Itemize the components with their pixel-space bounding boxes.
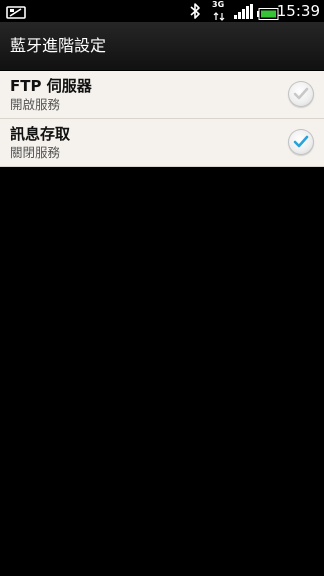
message-access-checkbox[interactable]	[288, 129, 314, 155]
setting-ftp-server[interactable]: FTP 伺服器 開啟服務	[0, 71, 324, 119]
setting-subtitle: 開啟服務	[10, 97, 61, 112]
status-bar: 3G 15:39	[0, 0, 324, 22]
notification-icon	[6, 4, 26, 19]
bluetooth-icon	[188, 2, 202, 20]
setting-message-access[interactable]: 訊息存取 關閉服務	[0, 119, 324, 167]
status-time: 15:39	[276, 2, 320, 20]
checkmark-icon	[293, 135, 309, 148]
setting-title: 訊息存取	[10, 125, 71, 143]
checkmark-icon	[293, 87, 309, 100]
settings-list: FTP 伺服器 開啟服務 訊息存取 關閉服務	[0, 71, 324, 167]
signal-icon	[234, 4, 254, 19]
title-bar: 藍牙進階設定	[0, 22, 324, 71]
3g-data-icon: 3G	[212, 0, 228, 21]
page-title: 藍牙進階設定	[10, 36, 107, 55]
ftp-server-checkbox[interactable]	[288, 81, 314, 107]
battery-icon	[257, 5, 279, 20]
setting-title: FTP 伺服器	[10, 77, 92, 95]
setting-subtitle: 關閉服務	[10, 145, 61, 160]
